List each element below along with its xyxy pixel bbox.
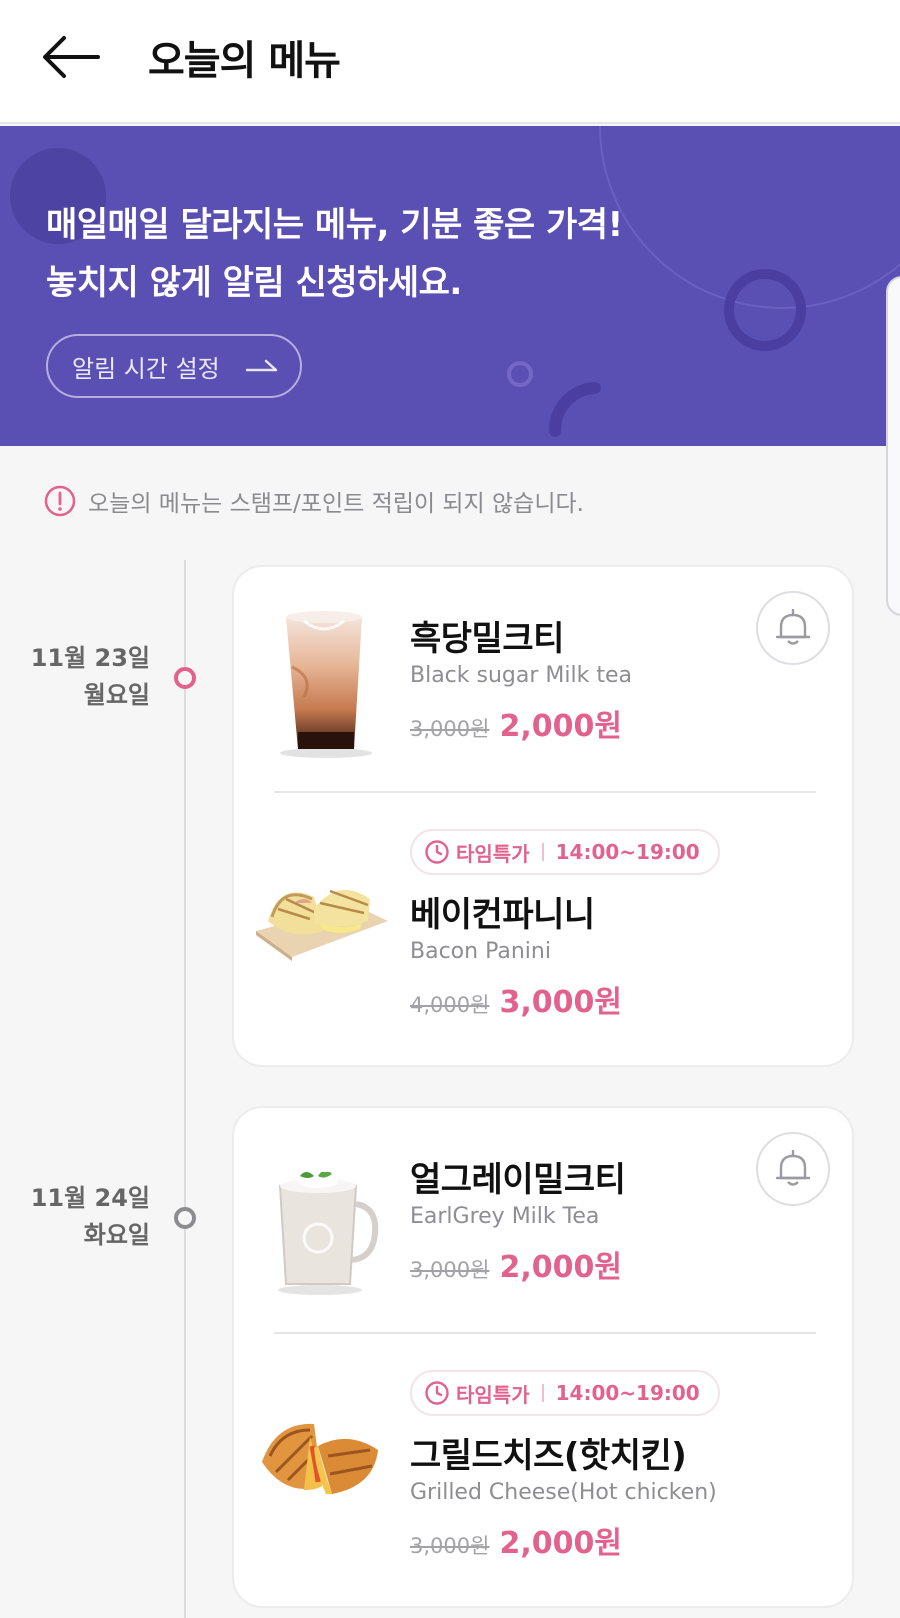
item-name: 얼그레이밀크티: [410, 1160, 626, 1200]
date-text: 11월 23일: [30, 644, 150, 672]
sale-price: 3,000원: [499, 985, 622, 1020]
timeline-dot: [174, 1207, 196, 1229]
sale-price: 2,000원: [499, 709, 622, 744]
original-price: 3,000원: [410, 717, 490, 741]
item-price: 3,000원 2,000원: [410, 1518, 622, 1562]
timeline-line: [184, 560, 186, 1618]
badge-separator: [541, 843, 544, 861]
notify-bell-button[interactable]: [756, 1132, 830, 1206]
badge-time: 14:00~19:00: [555, 1381, 700, 1405]
badge-time: 14:00~19:00: [555, 840, 700, 864]
item-english-name: Black sugar Milk tea: [410, 663, 632, 688]
item-name: 그릴드치즈(핫치킨): [410, 1436, 687, 1476]
badge-label: 타임특가: [456, 841, 530, 866]
menu-item[interactable]: 타임특가 14:00~19:00 그릴드치즈(핫치킨) Grilled Chee…: [234, 1334, 852, 1610]
original-price: 4,000원: [410, 993, 490, 1017]
alarm-button-label: 알림 시간 설정: [72, 354, 220, 383]
original-price: 3,000원: [410, 1534, 490, 1558]
item-name: 베이컨파니니: [410, 895, 595, 935]
item-name: 흑당밀크티: [410, 619, 564, 659]
arrow-right-icon: [246, 359, 278, 372]
banner-line-2: 놓치지 않게 알림 신청하세요.: [46, 263, 462, 303]
item-english-name: Grilled Cheese(Hot chicken): [410, 1480, 717, 1505]
clock-icon: [425, 1381, 449, 1405]
menu-card: 얼그레이밀크티 EarlGrey Milk Tea 3,000원 2,000원: [232, 1106, 854, 1608]
item-price: 3,000원 2,000원: [410, 701, 622, 745]
date-text: 11월 24일: [30, 1184, 150, 1212]
item-english-name: Bacon Panini: [410, 939, 551, 964]
sale-price: 2,000원: [499, 1250, 622, 1285]
banner-message: 매일매일 달라지는 메뉴, 기분 좋은 가격! 놓치지 않게 알림 신청하세요.: [46, 196, 623, 312]
promo-banner: 매일매일 달라지는 메뉴, 기분 좋은 가격! 놓치지 않게 알림 신청하세요.…: [0, 126, 900, 446]
weekday-text: 월요일: [83, 681, 150, 709]
item-price: 4,000원 3,000원: [410, 977, 622, 1021]
notice-text: 오늘의 메뉴는 스탬프/포인트 적립이 되지 않습니다.: [88, 491, 584, 517]
timeline-dot-active: [174, 667, 196, 689]
exclamation-circle-icon: [44, 485, 76, 517]
menu-item[interactable]: 흑당밀크티 Black sugar Milk tea 3,000원 2,000원: [234, 567, 852, 793]
badge-separator: [541, 1384, 544, 1402]
bacon-panini-image: [256, 889, 388, 961]
original-price: 3,000원: [410, 1258, 490, 1282]
menu-card: 흑당밀크티 Black sugar Milk tea 3,000원 2,000원: [232, 565, 854, 1067]
menu-item[interactable]: 얼그레이밀크티 EarlGrey Milk Tea 3,000원 2,000원: [234, 1108, 852, 1334]
sale-price: 2,000원: [499, 1526, 622, 1561]
arrow-left-icon: [43, 36, 100, 78]
time-special-badge: 타임특가 14:00~19:00: [410, 1370, 720, 1416]
weekday-text: 화요일: [83, 1221, 150, 1249]
badge-label: 타임특가: [456, 1382, 530, 1407]
date-label: 11월 23일 월요일: [31, 640, 150, 714]
menu-item[interactable]: 타임특가 14:00~19:00 베이컨파니니 Bacon Panini 4,0…: [234, 793, 852, 1069]
earlgrey-milk-tea-image: [278, 1172, 379, 1295]
side-scroll-tab[interactable]: [886, 276, 900, 616]
notify-bell-button[interactable]: [756, 591, 830, 665]
bell-icon: [775, 1150, 811, 1186]
time-special-badge: 타임특가 14:00~19:00: [410, 829, 720, 875]
back-button[interactable]: [38, 30, 106, 84]
clock-icon: [425, 840, 449, 864]
grilled-cheese-image: [262, 1423, 378, 1494]
notice-message: 오늘의 메뉴는 스탬프/포인트 적립이 되지 않습니다.: [44, 484, 584, 518]
bell-icon: [775, 609, 811, 645]
date-label: 11월 24일 화요일: [31, 1180, 150, 1254]
alarm-time-setting-button[interactable]: 알림 시간 설정: [46, 334, 302, 398]
black-sugar-milk-tea-image: [280, 611, 372, 758]
item-english-name: EarlGrey Milk Tea: [410, 1204, 600, 1229]
app-header: 오늘의 메뉴: [0, 0, 900, 124]
item-price: 3,000원 2,000원: [410, 1242, 622, 1286]
banner-line-1: 매일매일 달라지는 메뉴, 기분 좋은 가격!: [46, 205, 623, 245]
page-title: 오늘의 메뉴: [148, 38, 341, 84]
